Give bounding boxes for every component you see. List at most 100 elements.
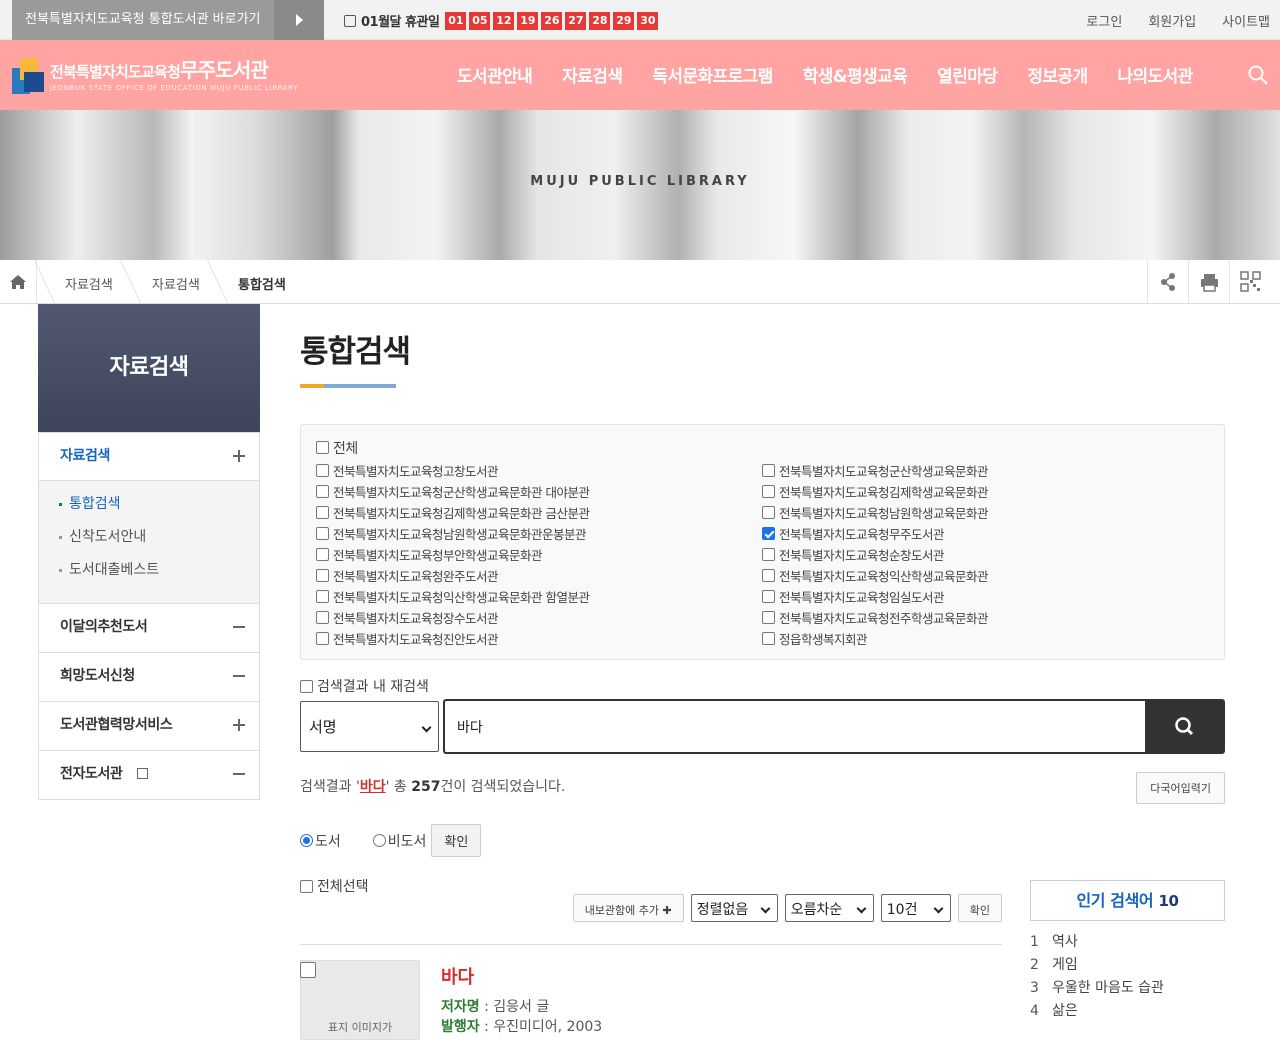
sitemap-link[interactable]: 사이트맵 bbox=[1222, 11, 1270, 30]
sidebar-item-label: 자료검색 bbox=[60, 448, 110, 464]
login-link[interactable]: 로그인 bbox=[1086, 11, 1122, 30]
library-checkbox[interactable]: 전북특별자치도교육청김제학생교육문화관 금산분관 bbox=[316, 502, 590, 523]
nav-reading-programs[interactable]: 독서문화프로그램 bbox=[652, 62, 773, 87]
checkbox[interactable] bbox=[316, 464, 329, 477]
checkbox[interactable] bbox=[300, 679, 313, 693]
checkbox[interactable] bbox=[316, 569, 329, 582]
popular-item[interactable]: 1 역사 bbox=[1030, 931, 1225, 954]
checkbox[interactable] bbox=[762, 485, 775, 498]
checkbox[interactable] bbox=[316, 548, 329, 561]
book-cover[interactable]: 표지 이미지가 bbox=[300, 960, 420, 1040]
nav-search[interactable]: 자료검색 bbox=[562, 62, 623, 87]
breadcrumb-item[interactable]: 자료검색 bbox=[152, 274, 200, 293]
select-all-checkbox[interactable]: 전체선택 bbox=[300, 876, 1002, 896]
add-to-shelf-button[interactable]: 내보관함에 추가 ✚ bbox=[572, 894, 684, 922]
search-field-select[interactable]: 서명 bbox=[300, 701, 439, 752]
library-checkbox[interactable]: 전북특별자치도교육청진안도서관 bbox=[316, 628, 589, 649]
submenu-integrated-search[interactable]: 통합검색 bbox=[59, 494, 259, 527]
checkbox[interactable] bbox=[316, 527, 329, 540]
library-checkbox[interactable]: 전북특별자치도교육청김제학생교육문화관 bbox=[762, 481, 989, 502]
library-checkbox[interactable]: 전북특별자치도교육청군산학생교육문화관 대야분관 bbox=[316, 481, 590, 502]
nav-information[interactable]: 정보공개 bbox=[1027, 62, 1088, 87]
checkbox[interactable] bbox=[762, 506, 775, 519]
submenu-new-books[interactable]: 신착도서안내 bbox=[59, 527, 259, 560]
sidebar-item-book-request[interactable]: 희망도서신청 bbox=[38, 653, 260, 702]
closed-day: 05 bbox=[469, 11, 491, 30]
nav-my-library[interactable]: 나의도서관 bbox=[1118, 62, 1194, 87]
checkbox[interactable] bbox=[762, 464, 775, 477]
nav-education[interactable]: 학생&평생교육 bbox=[803, 62, 908, 87]
search-button[interactable] bbox=[1145, 699, 1225, 754]
checkbox[interactable] bbox=[762, 611, 775, 624]
sort-select[interactable]: 정렬없음 bbox=[690, 894, 778, 922]
confirm-button[interactable]: 확인 bbox=[431, 824, 482, 857]
print-icon bbox=[1201, 274, 1218, 292]
item-checkbox[interactable] bbox=[300, 962, 316, 978]
minus-icon bbox=[233, 621, 245, 633]
radio-nonbook[interactable] bbox=[372, 834, 386, 847]
submenu-best-loans[interactable]: 도서대출베스트 bbox=[59, 560, 259, 593]
checkbox[interactable] bbox=[762, 548, 775, 561]
qr-button[interactable] bbox=[1229, 260, 1270, 303]
popular-keywords-title: 인기 검색어 10 bbox=[1030, 880, 1225, 921]
breadcrumb-separator bbox=[206, 260, 229, 303]
library-checkbox[interactable]: 전북특별자치도교육청완주도서관 bbox=[316, 565, 589, 586]
logo[interactable]: 전북특별자치도교육청무주도서관 JEONBUK STATE OFFICE OF … bbox=[12, 54, 298, 94]
sidebar-item-e-library[interactable]: 전자도서관 bbox=[38, 751, 260, 800]
checkbox-checked[interactable] bbox=[762, 527, 775, 540]
sidebar-item-monthly-recommend[interactable]: 이달의추천도서 bbox=[38, 604, 260, 653]
library-all-checkbox[interactable]: 전체 bbox=[316, 437, 1209, 458]
library-checkbox[interactable]: 전북특별자치도교육청전주학생교육문화관 bbox=[762, 607, 989, 628]
popular-item[interactable]: 4 삶은 bbox=[1030, 1000, 1225, 1023]
checkbox[interactable] bbox=[762, 569, 775, 582]
re-search-checkbox[interactable]: 검색결과 내 재검색 bbox=[300, 676, 1225, 696]
breadcrumb-item[interactable]: 자료검색 bbox=[65, 274, 113, 293]
checkbox[interactable] bbox=[316, 506, 329, 519]
share-button[interactable] bbox=[1147, 260, 1188, 303]
popular-item[interactable]: 3 우울한 마음도 습관 bbox=[1030, 977, 1225, 1000]
checkbox[interactable] bbox=[316, 611, 329, 624]
header: 전북특별자치도교육청무주도서관 JEONBUK STATE OFFICE OF … bbox=[0, 40, 1280, 110]
nav-library-info[interactable]: 도서관안내 bbox=[457, 62, 533, 87]
library-checkbox[interactable]: 전북특별자치도교육청군산학생교육문화관 bbox=[762, 460, 989, 481]
library-checkbox[interactable]: 전북특별자치도교육청고창도서관 bbox=[316, 460, 589, 481]
sidebar-item-search[interactable]: 자료검색 bbox=[38, 432, 260, 481]
library-checkbox[interactable]: 전북특별자치도교육청장수도서관 bbox=[316, 607, 589, 628]
checkbox[interactable] bbox=[316, 485, 329, 498]
checkbox[interactable] bbox=[316, 441, 329, 454]
sidebar-item-label: 전자도서관 bbox=[60, 766, 123, 782]
external-link-icon bbox=[136, 768, 148, 779]
search-icon[interactable] bbox=[1248, 65, 1268, 85]
library-checkbox[interactable]: 전북특별자치도교육청익산학생교육문화관 bbox=[762, 565, 989, 586]
portal-link[interactable]: 전북특별자치도교육청 통합도서관 바로가기 bbox=[12, 0, 274, 40]
book-title[interactable]: 바다 bbox=[441, 963, 474, 989]
checkbox[interactable] bbox=[762, 590, 775, 603]
library-checkbox[interactable]: 전북특별자치도교육청부안학생교육문화관 bbox=[316, 544, 589, 565]
popular-item[interactable]: 2 게임 bbox=[1030, 954, 1225, 977]
library-checkbox[interactable]: 전북특별자치도교육청순창도서관 bbox=[762, 544, 988, 565]
banner-text: MUJU PUBLIC LIBRARY bbox=[530, 174, 750, 189]
checkbox[interactable] bbox=[762, 632, 775, 645]
portal-arrow-button[interactable] bbox=[274, 0, 324, 40]
print-button[interactable] bbox=[1188, 260, 1229, 303]
home-button[interactable] bbox=[0, 260, 37, 303]
search-input[interactable]: 바다 bbox=[443, 699, 1145, 754]
checkbox[interactable] bbox=[300, 879, 313, 893]
sidebar-item-network-service[interactable]: 도서관협력망서비스 bbox=[38, 702, 260, 751]
library-checkbox[interactable]: 전북특별자치도교육청남원학생교육문화관운봉분관 bbox=[316, 523, 589, 544]
per-page-select[interactable]: 10건 bbox=[880, 894, 951, 922]
checkbox[interactable] bbox=[316, 632, 329, 645]
library-checkbox-muju[interactable]: 전북특별자치도교육청무주도서관 bbox=[762, 523, 988, 544]
library-checkbox[interactable]: 전북특별자치도교육청남원학생교육문화관 bbox=[762, 502, 989, 523]
order-select[interactable]: 오름차순 bbox=[784, 894, 874, 922]
multi-language-input-button[interactable]: 다국어입력기 bbox=[1136, 772, 1225, 804]
radio-book[interactable] bbox=[300, 834, 313, 847]
nav-open-forum[interactable]: 열린마당 bbox=[937, 62, 998, 87]
library-checkbox[interactable]: 전북특별자치도교육청임실도서관 bbox=[762, 586, 988, 607]
join-link[interactable]: 회원가입 bbox=[1148, 11, 1196, 30]
library-checkbox[interactable]: 정읍학생복지회관 bbox=[762, 628, 988, 649]
page-title: 통합검색 bbox=[300, 334, 411, 370]
checkbox[interactable] bbox=[316, 590, 329, 603]
list-confirm-button[interactable]: 확인 bbox=[957, 894, 1002, 922]
library-checkbox[interactable]: 전북특별자치도교육청익산학생교육문화관 함열분관 bbox=[316, 586, 590, 607]
